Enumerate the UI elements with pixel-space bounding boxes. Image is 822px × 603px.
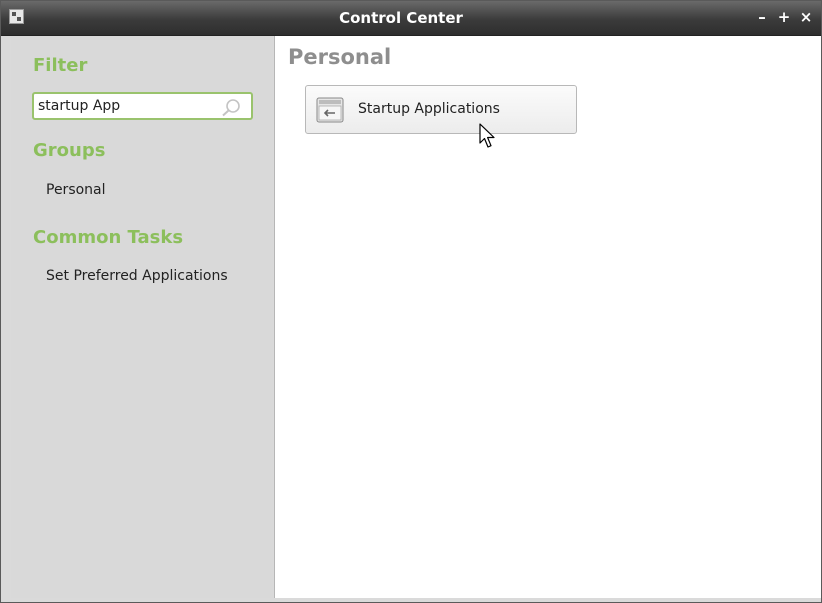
search-icon	[222, 99, 240, 117]
main-panel: Personal Startup Applications	[274, 36, 821, 598]
filter-heading: Filter	[33, 55, 88, 76]
category-heading: Personal	[288, 45, 392, 69]
sidebar-item-personal[interactable]: Personal	[46, 182, 106, 198]
filter-search-input[interactable]	[38, 96, 214, 116]
window-title: Control Center	[339, 9, 463, 27]
startup-applications-label: Startup Applications	[358, 101, 500, 117]
window-controls: – + ×	[753, 7, 815, 27]
startup-applications-button[interactable]: Startup Applications	[305, 85, 577, 134]
sidebar: Filter Groups Personal Common Tasks Set …	[11, 36, 273, 598]
minimize-button[interactable]: –	[753, 7, 771, 27]
maximize-button[interactable]: +	[775, 7, 793, 27]
control-center-window: Control Center – + × Filter Groups Perso…	[0, 0, 822, 603]
filter-search-box[interactable]	[32, 92, 253, 120]
title-bar[interactable]: Control Center – + ×	[1, 1, 821, 36]
startup-applications-icon	[316, 97, 344, 123]
common-tasks-heading: Common Tasks	[33, 227, 184, 248]
mouse-pointer-icon	[479, 123, 495, 148]
close-button[interactable]: ×	[797, 7, 815, 27]
sidebar-item-set-preferred-applications[interactable]: Set Preferred Applications	[46, 268, 228, 284]
groups-heading: Groups	[33, 140, 106, 161]
